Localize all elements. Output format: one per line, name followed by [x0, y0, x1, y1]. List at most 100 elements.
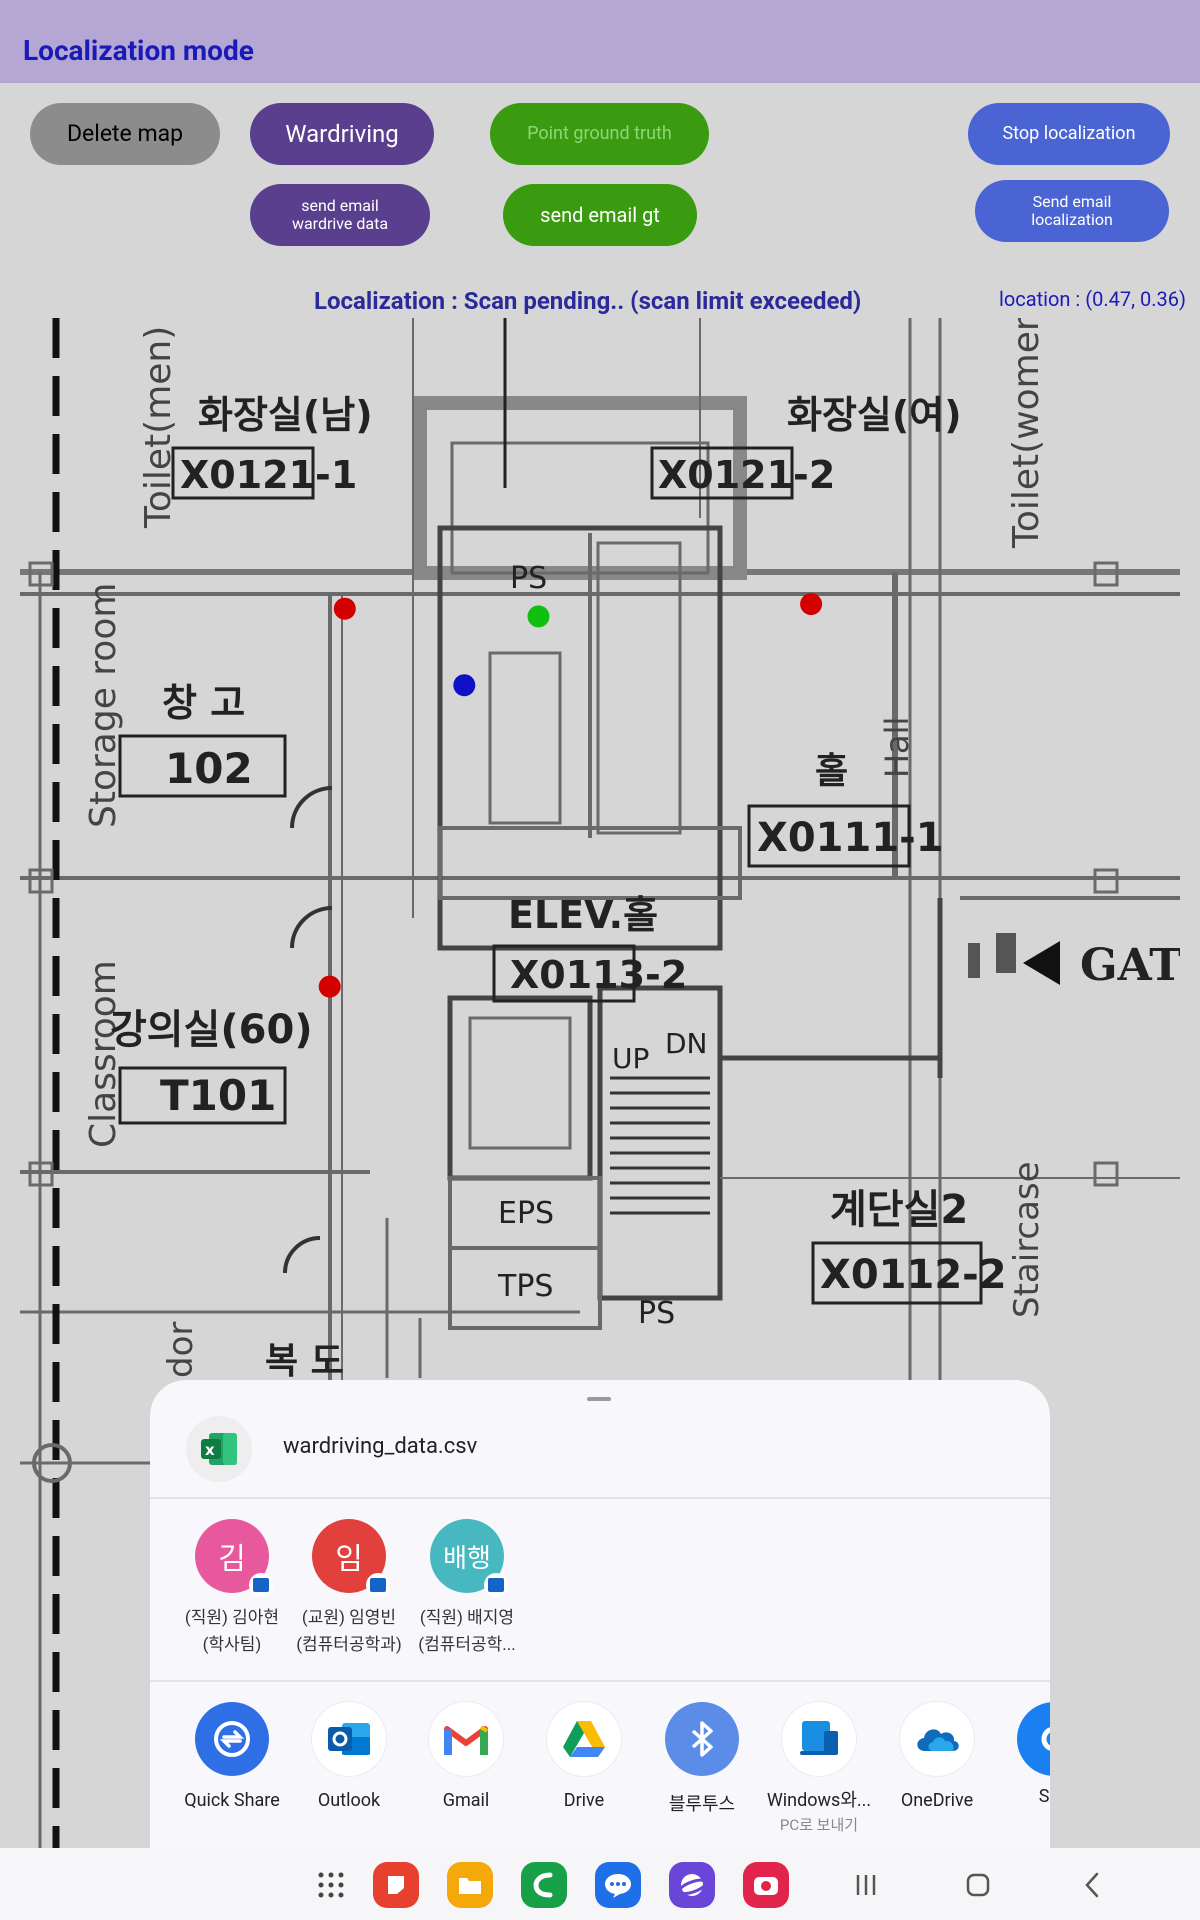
messages-icon[interactable] — [595, 1862, 641, 1908]
contact-name-line2: (컴퓨터공학과) — [296, 1635, 402, 1655]
shared-file-name: wardriving_data.csv — [283, 1434, 478, 1459]
contact-initial: 임 — [335, 1542, 363, 1577]
svg-text:x: x — [205, 1441, 215, 1459]
notes-icon[interactable] — [373, 1862, 419, 1908]
share-app-label: Windows와... — [766, 1790, 872, 1811]
wardriving-button[interactable]: Wardriving — [250, 103, 434, 165]
camera-icon[interactable] — [743, 1862, 789, 1908]
quick-share-icon — [195, 1702, 269, 1776]
map-label-restroom-men-kr: 화장실(남) — [198, 393, 373, 437]
map-label-x0121-2: X0121-2 — [658, 453, 835, 497]
outlook-badge-icon — [484, 1573, 508, 1597]
share-app-label: OneDrive — [900, 1790, 974, 1811]
map-label-hall: Hall — [878, 717, 916, 778]
contact-name-line1: (직원) 김아현 — [184, 1608, 280, 1628]
map-label-staircase: Staircase — [1007, 1161, 1047, 1318]
contact-name-line2: (학사팀) — [202, 1635, 262, 1655]
map-label-eps: EPS — [498, 1196, 554, 1231]
files-icon[interactable] — [447, 1862, 493, 1908]
sheet-divider-mid — [150, 1680, 1050, 1682]
share-app-label: Outlook — [317, 1790, 381, 1811]
contact-name: (직원) 배지영 (컴퓨터공학... — [408, 1605, 526, 1659]
share-app-drive[interactable]: Drive — [525, 1702, 643, 1811]
map-label-up: UP — [612, 1042, 649, 1075]
outlook-badge-icon — [249, 1573, 273, 1597]
share-app-label: Quick Share — [184, 1790, 280, 1811]
send-email-gt-button[interactable]: send email gt — [503, 184, 697, 246]
share-app-label: San — [1038, 1786, 1050, 1807]
drive-icon — [547, 1702, 621, 1776]
share-app-sublabel: F — [995, 1809, 1050, 1829]
map-label-corridor-partial: dor — [161, 1322, 201, 1378]
map-marker — [527, 605, 550, 628]
map-label-storage-room: Storage room — [83, 583, 124, 828]
contact-avatar: 김 — [195, 1519, 273, 1597]
contact-item[interactable]: 김 (직원) 김아현 (학사팀) — [173, 1519, 291, 1659]
share-app-label: Drive — [563, 1790, 605, 1811]
share-app-gmail[interactable]: Gmail — [407, 1702, 525, 1811]
samsung-app-icon — [1017, 1702, 1050, 1776]
share-app-sublabel: PC로 보내기 — [779, 1816, 859, 1834]
map-marker — [800, 593, 823, 616]
excel-file-icon: x — [186, 1416, 252, 1482]
map-label-hall-kr: 홀 — [815, 751, 848, 792]
map-label-storage-kr: 창 고 — [162, 681, 245, 725]
share-sheet: x wardriving_data.csv 김 (직원) 김아현 (학사팀) 임… — [150, 1380, 1050, 1848]
map-marker — [318, 975, 341, 998]
back-icon[interactable] — [1070, 1862, 1116, 1908]
contact-initial: 김 — [218, 1542, 246, 1577]
map-label-restroom-women-kr: 화장실(여) — [787, 393, 962, 437]
onedrive-icon — [900, 1702, 974, 1776]
map-label-x0112-2: X0112-2 — [820, 1252, 1007, 1298]
sheet-divider-top — [150, 1497, 1050, 1499]
call-icon[interactable] — [521, 1862, 567, 1908]
sheet-drag-handle[interactable] — [587, 1397, 611, 1401]
map-label-tps: TPS — [497, 1269, 553, 1304]
contact-name: (교원) 임영빈 (컴퓨터공학과) — [290, 1605, 408, 1659]
gmail-icon — [429, 1702, 503, 1776]
internet-icon[interactable] — [669, 1862, 715, 1908]
map-label-x0121-1: X0121-1 — [180, 453, 357, 497]
map-label-toilet-men: Toilet(men) — [138, 326, 179, 529]
bluetooth-icon — [665, 1702, 739, 1776]
contact-name-line1: (교원) 임영빈 — [301, 1608, 397, 1628]
windows-icon — [782, 1702, 856, 1776]
share-app-samsung[interactable]: San F — [995, 1702, 1050, 1829]
send-email-wardrive-button[interactable]: send email wardrive data — [250, 184, 430, 246]
share-app-bluetooth[interactable]: 블루투스 — [643, 1702, 761, 1816]
contact-name: (직원) 김아현 (학사팀) — [173, 1605, 291, 1659]
share-app-quick-share[interactable]: Quick Share — [173, 1702, 291, 1811]
map-label-elev-hall: ELEV.홀 — [508, 893, 658, 937]
app-title: Localization mode — [23, 34, 254, 67]
map-label-ps2: PS — [638, 1296, 675, 1331]
map-label-gate: GAT — [1080, 940, 1180, 991]
contact-item[interactable]: 배행 (직원) 배지영 (컴퓨터공학... — [408, 1519, 526, 1659]
contact-avatar: 임 — [312, 1519, 390, 1597]
delete-map-button[interactable]: Delete map — [30, 103, 220, 165]
map-label-102: 102 — [165, 744, 253, 793]
share-app-label: 블루투스 — [668, 1794, 736, 1815]
contact-name-line1: (직원) 배지영 — [419, 1608, 515, 1628]
app-drawer-icon[interactable] — [308, 1862, 354, 1908]
contact-name-line2: (컴퓨터공학... — [418, 1635, 516, 1655]
stop-localization-button[interactable]: Stop localization — [968, 103, 1170, 165]
send-email-localization-button[interactable]: Send email localization — [975, 180, 1169, 242]
map-marker — [333, 597, 356, 620]
share-app-windows[interactable]: Windows와... PC로 보내기 — [760, 1702, 878, 1835]
recent-apps-icon[interactable] — [843, 1862, 889, 1908]
contact-item[interactable]: 임 (교원) 임영빈 (컴퓨터공학과) — [290, 1519, 408, 1659]
app-bar: Localization mode — [0, 0, 1200, 83]
share-app-outlook[interactable]: Outlook — [290, 1702, 408, 1811]
map-label-classroom-kr: 강의실(60) — [110, 1007, 313, 1053]
point-ground-truth-button[interactable]: Point ground truth — [490, 103, 709, 165]
map-label-stair-kr: 계단실2 — [830, 1187, 968, 1233]
home-icon[interactable] — [955, 1862, 1001, 1908]
map-label-x0111-1: X0111-1 — [757, 815, 944, 861]
map-label-ps: PS — [510, 561, 547, 596]
map-label-toilet-women: Toilet(women) — [1006, 318, 1047, 549]
share-app-label: Gmail — [442, 1790, 490, 1811]
contact-avatar: 배행 — [430, 1519, 508, 1597]
map-label-corridor-kr: 복 도 — [265, 1341, 344, 1382]
share-app-onedrive[interactable]: OneDrive — [878, 1702, 996, 1811]
outlook-icon — [312, 1702, 386, 1776]
